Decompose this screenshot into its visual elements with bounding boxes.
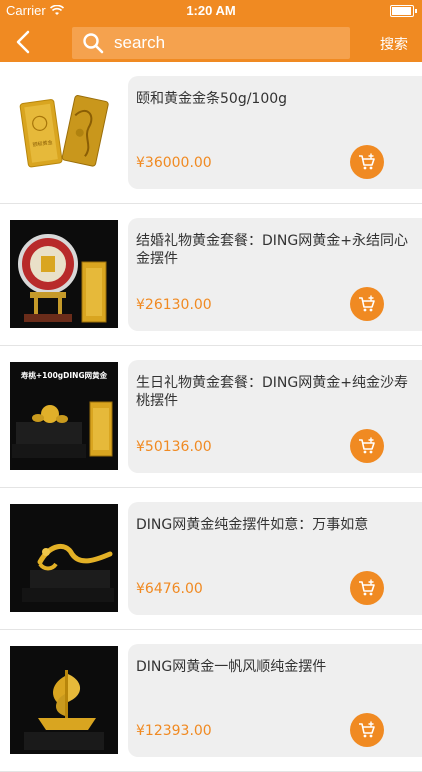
search-button[interactable]: 搜索 <box>380 34 408 54</box>
product-item[interactable]: 颐和黄金 颐和黄金金条50g/100g ¥36000.00 <box>0 62 422 204</box>
product-thumbnail <box>10 646 118 754</box>
status-time: 1:20 AM <box>186 3 236 18</box>
product-item[interactable]: DING网黄金一帆风顺纯金摆件 ¥12393.00 <box>0 630 422 772</box>
product-title: 颐和黄金金条50g/100g <box>136 91 288 107</box>
product-price: ¥50136.00 <box>136 439 212 455</box>
product-title: DING网黄金纯金摆件如意：万事如意 <box>136 517 369 533</box>
search-icon <box>83 33 104 54</box>
product-list: 颐和黄金 颐和黄金金条50g/100g ¥36000.00 结婚礼物黄金套餐：D… <box>0 62 422 772</box>
product-thumbnail <box>10 504 118 612</box>
status-bar: Carrier 1:20 AM <box>0 0 422 22</box>
product-card[interactable]: 颐和黄金金条50g/100g ¥36000.00 <box>128 76 422 189</box>
cart-add-icon <box>359 295 375 312</box>
product-item[interactable]: 结婚礼物黄金套餐：DING网黄金+永结同心金摆件 ¥26130.00 <box>0 204 422 346</box>
search-input[interactable] <box>114 33 334 53</box>
back-button[interactable] <box>10 28 38 56</box>
add-to-cart-button[interactable] <box>350 571 384 605</box>
cart-add-icon <box>359 437 375 454</box>
product-item[interactable]: DING网黄金纯金摆件如意：万事如意 ¥6476.00 <box>0 488 422 630</box>
product-item[interactable]: 寿桃+100gDING网黄金 生日礼物黄金套餐：DING网黄金+纯金沙寿桃摆件 … <box>0 346 422 488</box>
add-to-cart-button[interactable] <box>350 287 384 321</box>
product-price: ¥26130.00 <box>136 297 212 313</box>
product-thumbnail <box>10 220 118 328</box>
product-price: ¥6476.00 <box>136 581 203 597</box>
product-price: ¥36000.00 <box>136 155 212 171</box>
battery-icon <box>390 5 417 17</box>
cart-add-icon <box>359 153 375 170</box>
chevron-left-icon <box>16 30 30 54</box>
product-thumbnail: 颐和黄金 <box>10 78 118 186</box>
cart-add-icon <box>359 721 375 738</box>
nav-bar: 搜索 <box>0 22 422 62</box>
cart-add-icon <box>359 579 375 596</box>
birthday-banner-text: 寿桃+100gDING网黄金 <box>21 370 108 380</box>
product-card[interactable]: DING网黄金一帆风顺纯金摆件 ¥12393.00 <box>128 644 422 757</box>
search-box[interactable] <box>72 27 350 59</box>
add-to-cart-button[interactable] <box>350 713 384 747</box>
product-title: 结婚礼物黄金套餐：DING网黄金+永结同心金摆件 <box>136 233 408 267</box>
product-card[interactable]: 生日礼物黄金套餐：DING网黄金+纯金沙寿桃摆件 ¥50136.00 <box>128 360 422 473</box>
add-to-cart-button[interactable] <box>350 429 384 463</box>
product-card[interactable]: 结婚礼物黄金套餐：DING网黄金+永结同心金摆件 ¥26130.00 <box>128 218 422 331</box>
product-title: DING网黄金一帆风顺纯金摆件 <box>136 659 327 675</box>
product-thumbnail: 寿桃+100gDING网黄金 <box>10 362 118 470</box>
add-to-cart-button[interactable] <box>350 145 384 179</box>
product-price: ¥12393.00 <box>136 723 212 739</box>
product-card[interactable]: DING网黄金纯金摆件如意：万事如意 ¥6476.00 <box>128 502 422 615</box>
product-title: 生日礼物黄金套餐：DING网黄金+纯金沙寿桃摆件 <box>136 375 408 409</box>
